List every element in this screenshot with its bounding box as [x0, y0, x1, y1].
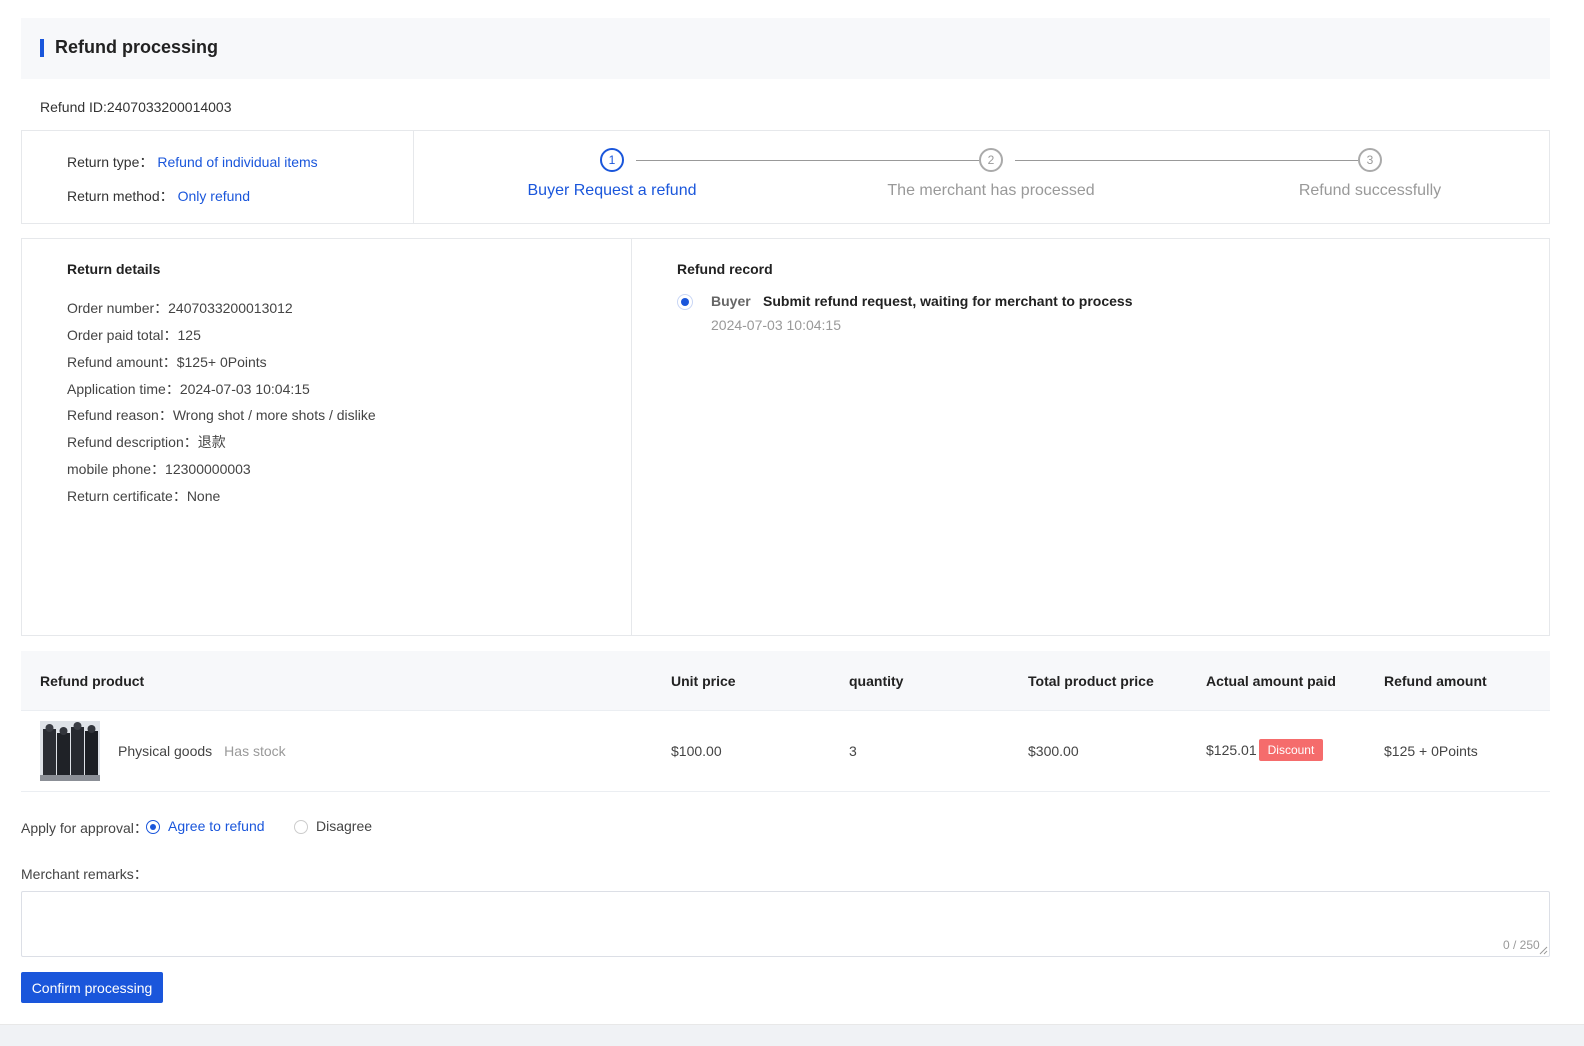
discount-badge: Discount	[1258, 739, 1324, 761]
step-1-label: Buyer Request a refund	[527, 182, 697, 199]
detail-refund-amount: Refund amount：$125+ 0Points	[67, 354, 267, 370]
return-details-title: Return details	[67, 261, 161, 277]
product-name-cell: Physical goods Has stock	[118, 743, 286, 759]
record-text: Submit refund request, waiting for merch…	[763, 293, 1133, 309]
header-total-product-price: Total product price	[1028, 673, 1154, 689]
record-time: 2024-07-03 10:04:15	[711, 317, 841, 333]
page-title: Refund processing	[55, 37, 219, 57]
header-refund-product: Refund product	[40, 673, 145, 689]
refund-type-info: Return type： Refund of individual items R…	[22, 131, 414, 223]
merchant-remarks-label: Merchant remarks：	[21, 866, 148, 882]
return-type-row: Return type： Refund of individual items	[67, 152, 318, 172]
quantity-cell: 3	[849, 743, 857, 759]
refund-amount-cell: $125 + 0Points	[1384, 743, 1478, 759]
return-method-value: Only refund	[177, 188, 250, 204]
header-actual-amount-paid: Actual amount paid	[1206, 673, 1336, 689]
return-type-value: Refund of individual items	[157, 154, 318, 170]
step-3-indicator: 3	[1358, 148, 1382, 172]
approval-label: Apply for approval：	[21, 820, 148, 836]
product-name: Physical goods	[118, 743, 213, 759]
agree-refund-radio[interactable]	[146, 820, 160, 834]
table-header: Refund product Unit price quantity Total…	[21, 651, 1550, 711]
remarks-char-counter: 0 / 250	[1503, 938, 1540, 952]
refund-info-panel: Return type： Refund of individual items R…	[21, 130, 1550, 224]
detail-refund-reason: Refund reason：Wrong shot / more shots / …	[67, 407, 376, 423]
header-refund-amount: Refund amount	[1384, 673, 1487, 689]
merchant-remarks-input[interactable]	[21, 891, 1550, 957]
refund-record-title: Refund record	[677, 261, 773, 277]
return-type-label: Return type：	[67, 154, 154, 170]
step-connector	[1015, 160, 1358, 161]
detail-order-paid-total: Order paid total：125	[67, 327, 201, 343]
title-accent-bar	[40, 39, 44, 57]
actual-paid-value: $125.01	[1206, 742, 1257, 758]
step-2-label: The merchant has processed	[887, 182, 1095, 199]
product-thumbnail	[40, 721, 100, 781]
details-panel: Return details Order number：240703320001…	[21, 238, 1550, 636]
refund-id: Refund ID:2407033200014003	[40, 99, 232, 115]
step-connector	[636, 160, 979, 161]
detail-refund-description: Refund description：退款	[67, 434, 226, 450]
header-quantity: quantity	[849, 673, 904, 689]
detail-return-certificate: Return certificate：None	[67, 488, 221, 504]
detail-mobile-phone: mobile phone：12300000003	[67, 461, 251, 477]
page-header: Refund processing	[21, 18, 1550, 79]
return-method-label: Return method：	[67, 188, 174, 204]
detail-order-number: Order number：2407033200013012	[67, 300, 293, 316]
resize-handle-icon[interactable]	[1538, 945, 1548, 955]
refund-progress-steps: 1 Buyer Request a refund 2 The merchant …	[414, 131, 1550, 223]
confirm-processing-button[interactable]: Confirm processing	[21, 972, 163, 1003]
agree-refund-label[interactable]: Agree to refund	[168, 818, 265, 834]
page-footer-strip	[0, 1024, 1584, 1046]
table-row: Physical goods Has stock $100.00 3 $300.0…	[21, 711, 1550, 792]
return-method-row: Return method： Only refund	[67, 186, 250, 206]
step-1-indicator: 1	[600, 148, 624, 172]
unit-price-cell: $100.00	[671, 743, 722, 759]
detail-application-time: Application time：2024-07-03 10:04:15	[67, 381, 310, 397]
disagree-label[interactable]: Disagree	[316, 818, 372, 834]
header-unit-price: Unit price	[671, 673, 736, 689]
step-3-label: Refund successfully	[1298, 182, 1442, 199]
record-actor: Buyer	[711, 293, 751, 309]
refund-products-table: Refund product Unit price quantity Total…	[21, 651, 1550, 792]
return-details-section: Return details Order number：240703320001…	[22, 239, 632, 635]
actual-paid-cell: $125.01 Discount	[1206, 739, 1324, 761]
disagree-radio[interactable]	[294, 820, 308, 834]
refund-record-section: Refund record Buyer Submit refund reques…	[632, 239, 1549, 635]
stock-status: Has stock	[224, 743, 286, 759]
timeline-dot-icon	[677, 294, 693, 310]
total-price-cell: $300.00	[1028, 743, 1079, 759]
step-2-indicator: 2	[979, 148, 1003, 172]
